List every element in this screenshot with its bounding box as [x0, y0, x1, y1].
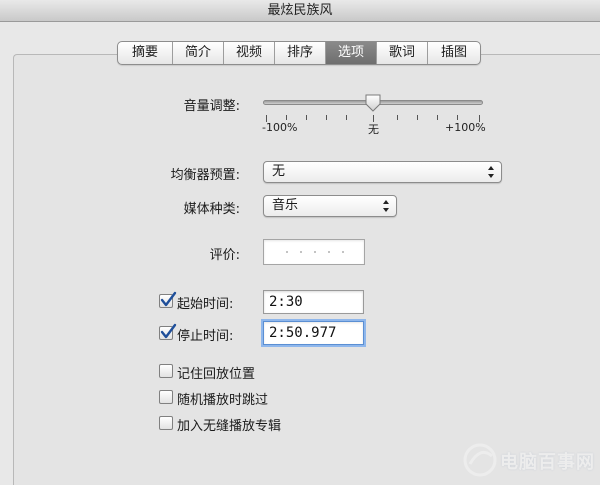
- window-titlebar: 最炫民族风: [0, 0, 600, 22]
- tab-options[interactable]: 选项: [326, 42, 377, 64]
- volume-max-label: +100%: [445, 121, 486, 134]
- rating-field[interactable]: [263, 239, 365, 265]
- tick: [437, 115, 438, 120]
- tick: [306, 115, 307, 120]
- rating-dot[interactable]: [328, 251, 330, 253]
- remember-position-label: 记住回放位置: [177, 367, 256, 382]
- watermark: 电脑百事网: [460, 436, 600, 485]
- tab-summary[interactable]: 摘要: [118, 42, 173, 64]
- tab-sorting[interactable]: 排序: [275, 42, 326, 64]
- rating-dot[interactable]: [314, 251, 316, 253]
- tab-bar: 摘要 简介 视频 排序 选项 歌词 插图: [117, 41, 481, 65]
- stop-time-input[interactable]: 2:50.977: [263, 321, 364, 345]
- start-time-checkbox[interactable]: [159, 291, 177, 308]
- tick: [326, 115, 327, 120]
- volume-label: 音量调整:: [183, 99, 240, 114]
- tab-artwork[interactable]: 插图: [428, 42, 480, 64]
- volume-min-label: -100%: [262, 121, 298, 134]
- tab-lyrics[interactable]: 歌词: [377, 42, 428, 64]
- watermark-text: 电脑百事网: [500, 452, 595, 473]
- rating-label: 评价:: [209, 248, 240, 263]
- updown-arrows-icon: [488, 166, 494, 178]
- remember-position-checkbox[interactable]: [159, 364, 173, 378]
- tick: [417, 115, 418, 120]
- volume-mid-label: 无: [368, 123, 379, 136]
- equalizer-value: 无: [272, 164, 286, 179]
- gapless-album-checkbox[interactable]: [159, 416, 173, 430]
- tab-video[interactable]: 视频: [224, 42, 275, 64]
- volume-slider-thumb[interactable]: [364, 94, 382, 112]
- media-kind-value: 音乐: [272, 198, 299, 213]
- rating-dot[interactable]: [342, 251, 344, 253]
- tick: [286, 115, 287, 120]
- gapless-album-label: 加入无缝播放专辑: [177, 419, 282, 434]
- media-kind-popup[interactable]: 音乐: [263, 195, 397, 217]
- media-kind-label: 媒体种类:: [183, 202, 240, 217]
- rating-dot[interactable]: [286, 251, 288, 253]
- checkmark-icon: [160, 291, 177, 307]
- start-time-input[interactable]: 2:30: [263, 290, 364, 314]
- stop-time-checkbox[interactable]: [159, 323, 177, 340]
- checkmark-icon: [160, 323, 177, 339]
- updown-arrows-icon: [383, 200, 389, 212]
- tab-info[interactable]: 简介: [173, 42, 224, 64]
- equalizer-popup[interactable]: 无: [263, 161, 502, 183]
- stop-time-label: 停止时间:: [177, 329, 234, 344]
- window-title: 最炫民族风: [267, 3, 333, 18]
- tick: [346, 115, 347, 120]
- rating-dot[interactable]: [300, 251, 302, 253]
- tick: [457, 115, 458, 120]
- watermark-logo-icon: [463, 443, 497, 477]
- start-time-label: 起始时间:: [177, 297, 234, 312]
- tick: [397, 115, 398, 120]
- skip-when-shuffling-label: 随机播放时跳过: [177, 393, 269, 408]
- equalizer-label: 均衡器预置:: [170, 168, 240, 183]
- skip-when-shuffling-checkbox[interactable]: [159, 390, 173, 404]
